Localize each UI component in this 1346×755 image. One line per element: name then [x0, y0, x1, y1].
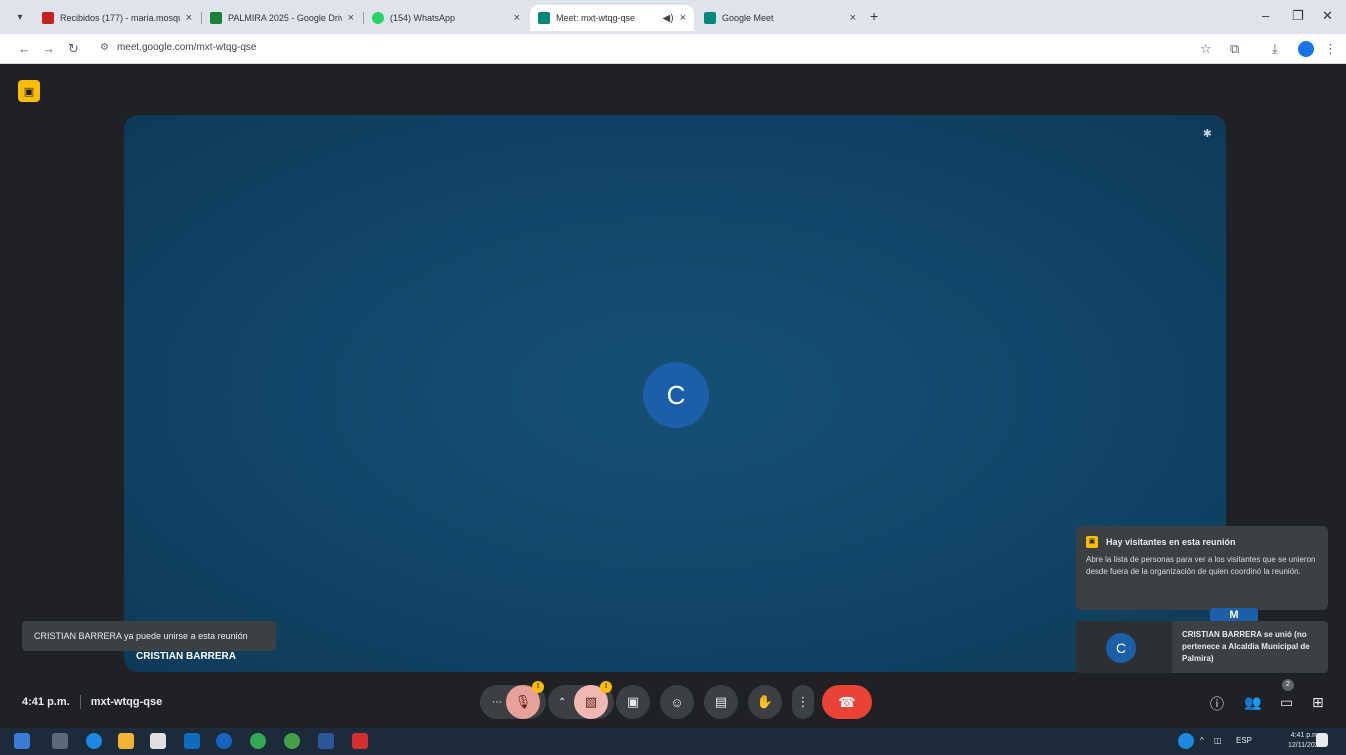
visitors-badge-icon[interactable]: ▣ [18, 80, 40, 102]
activities-grid-icon[interactable]: ⊞ [1312, 694, 1324, 711]
acrobat-icon[interactable] [352, 733, 368, 749]
people-icon[interactable]: 👥 [1244, 694, 1261, 711]
tab-whatsapp[interactable]: (154) WhatsApp × [364, 5, 528, 31]
extensions-icon[interactable]: ⧉ [1230, 41, 1239, 57]
camera-warning-badge: ! [600, 681, 612, 693]
close-icon[interactable]: × [514, 12, 520, 24]
file-explorer-icon[interactable] [118, 733, 134, 749]
notifications-icon[interactable] [1316, 733, 1328, 747]
tab-meet-active[interactable]: Meet: mxt-wtqg-qse ◀) × [530, 5, 694, 31]
mic-toggle-button[interactable]: 🎙 ! [506, 681, 544, 719]
tab-search-chevron-icon[interactable]: ▾ [12, 10, 28, 26]
close-icon[interactable]: × [348, 12, 354, 24]
participant-avatar: C [643, 362, 709, 428]
task-view-icon[interactable] [52, 733, 68, 749]
hangup-icon: ☎ [838, 693, 856, 710]
close-icon[interactable]: × [680, 12, 686, 24]
visitors-notification-body: Abre la lista de personas para ver a los… [1086, 555, 1316, 576]
joined-text: CRISTIAN BARRERA se unió (no pertenece a… [1182, 630, 1310, 663]
close-icon[interactable]: × [186, 12, 192, 24]
forward-arrow-icon[interactable]: → [42, 41, 55, 56]
tray-app-icon[interactable] [1178, 733, 1194, 749]
chrome-profile-icon[interactable] [284, 733, 300, 749]
people-count-badge: 2 [1282, 679, 1294, 691]
network-icon[interactable]: ◫ [1214, 736, 1222, 745]
meeting-code: mxt-wtqg-qse [90, 696, 163, 708]
profile-avatar[interactable] [1298, 41, 1314, 57]
bookmark-star-icon[interactable]: ☆ [1200, 41, 1212, 57]
divider [79, 695, 81, 709]
download-icon[interactable]: ⤓ [1272, 41, 1278, 57]
participant-joined-notification[interactable]: C CRISTIAN BARRERA se unió (no pertenece… [1076, 621, 1328, 673]
captions-icon: ▤ [714, 694, 728, 709]
store-icon[interactable] [150, 733, 166, 749]
captions-button[interactable]: ▤ [704, 685, 738, 719]
browser-tab-bar: ▾ Recibidos (177) - maria.mosqu × PALMIR… [0, 0, 1346, 34]
meet-icon [538, 12, 550, 24]
more-vert-icon: ⋮ [796, 694, 810, 709]
chat-icon[interactable]: ▭ [1280, 694, 1293, 711]
close-icon[interactable]: × [850, 12, 856, 24]
gmail-icon [42, 12, 54, 24]
more-horiz-icon: ⋯ [492, 696, 502, 708]
visitors-notification-header: ▣ Hay visitantes en esta reunión [1086, 536, 1318, 548]
visitors-warning-icon: ▣ [1086, 536, 1098, 548]
site-info-icon[interactable]: ⚙ [100, 42, 109, 53]
camera-off-icon: ▧ [584, 694, 598, 709]
joined-avatar-box: C [1076, 621, 1172, 673]
new-tab-plus-icon[interactable]: + [870, 8, 878, 24]
reload-icon[interactable]: ↻ [68, 41, 79, 57]
meeting-time: 4:41 p.m. [22, 696, 70, 708]
edge-icon[interactable] [86, 733, 102, 749]
chevron-up-icon: ⌃ [558, 696, 567, 708]
mic-warning-badge: ! [532, 681, 544, 693]
tab-drive[interactable]: PALMIRA 2025 - Google Drive × [202, 5, 362, 31]
mic-off-small-icon: ✱ [1202, 128, 1212, 140]
meet-icon [704, 12, 716, 24]
present-screen-button[interactable]: ▣ [616, 685, 650, 719]
minimize-icon[interactable]: – [1262, 8, 1269, 23]
raise-hand-button[interactable]: ✋ [748, 685, 782, 719]
present-screen-icon: ▣ [626, 694, 640, 709]
participant-name: CRISTIAN BARRERA [136, 651, 236, 662]
emoji-icon: ☺ [670, 694, 684, 710]
hand-icon: ✋ [756, 694, 774, 709]
hp-icon[interactable] [216, 733, 232, 749]
windows-taskbar: ^ ◫ ESP 4:41 p.m. 12/11/2025 [0, 728, 1346, 755]
tray-chevron-icon[interactable]: ^ [1200, 736, 1204, 745]
participant-tile: ✱ C CRISTIAN BARRERA [124, 115, 1226, 672]
join-toast: CRISTIAN BARRERA ya puede unirse a esta … [22, 621, 276, 651]
speaker-icon[interactable]: ◀) [663, 13, 674, 24]
language-indicator[interactable]: ESP [1236, 736, 1252, 745]
windows-start-icon[interactable] [14, 733, 30, 749]
meeting-details-icon[interactable]: ⓘ [1210, 694, 1224, 714]
tab-gmail[interactable]: Recibidos (177) - maria.mosqu × [34, 5, 200, 31]
mic-off-icon: 🎙 [514, 694, 532, 709]
chrome-icon[interactable] [250, 733, 266, 749]
whatsapp-icon [372, 12, 384, 24]
back-arrow-icon[interactable]: ← [18, 41, 31, 56]
address-bar: ← → ↻ ⚙ meet.google.com/mxt-wtqg-qse ☆ ⧉… [0, 34, 1346, 64]
meeting-info: 4:41 p.m. mxt-wtqg-qse [22, 695, 162, 709]
joined-avatar: C [1106, 633, 1136, 663]
more-options-button[interactable]: ⋮ [792, 685, 814, 719]
close-window-icon[interactable]: ✕ [1322, 8, 1333, 24]
restore-icon[interactable]: ❐ [1292, 8, 1304, 24]
visitors-notification[interactable]: ▣ Hay visitantes en esta reunión Abre la… [1076, 526, 1328, 610]
self-view-mini-tile[interactable]: M [1210, 608, 1258, 622]
word-icon[interactable] [318, 733, 334, 749]
url-field[interactable]: ⚙ meet.google.com/mxt-wtqg-qse [100, 42, 256, 53]
drive-icon [210, 12, 222, 24]
outlook-icon[interactable] [184, 733, 200, 749]
tab-google-meet[interactable]: Google Meet × [696, 5, 864, 31]
camera-toggle-button[interactable]: ▧ ! [574, 681, 612, 719]
screen: ▾ Recibidos (177) - maria.mosqu × PALMIR… [0, 0, 1346, 755]
more-vert-icon[interactable]: ⋮ [1324, 41, 1337, 57]
leave-call-button[interactable]: ☎ [822, 685, 872, 719]
reactions-button[interactable]: ☺ [660, 685, 694, 719]
